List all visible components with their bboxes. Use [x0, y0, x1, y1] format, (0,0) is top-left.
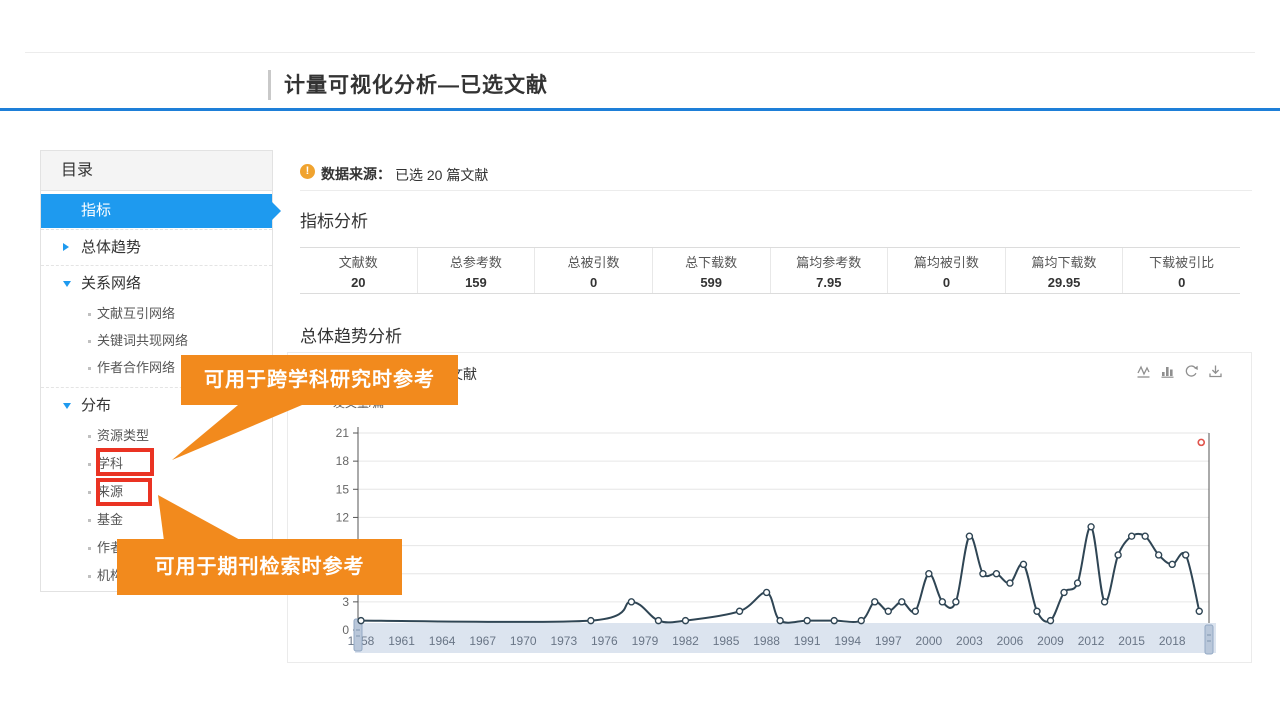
x-tick-label: 1994 — [834, 634, 861, 648]
data-point-marker — [804, 618, 810, 624]
data-point-marker — [682, 618, 688, 624]
x-tick-label: 2003 — [956, 634, 983, 648]
data-point-marker — [628, 599, 634, 605]
data-point-marker — [966, 533, 972, 539]
x-tick-label: 1970 — [510, 634, 537, 648]
data-point-marker — [980, 571, 986, 577]
data-point-marker — [1156, 552, 1162, 558]
data-point-marker — [831, 618, 837, 624]
trend-line — [361, 527, 1199, 623]
data-point-marker — [764, 589, 770, 595]
highlight-box-subject — [96, 448, 154, 476]
data-point-marker — [655, 618, 661, 624]
data-point-marker — [777, 618, 783, 624]
data-point-marker — [899, 599, 905, 605]
y-tick-label: 18 — [336, 454, 350, 468]
data-point-marker — [1020, 561, 1026, 567]
data-point-marker — [1169, 561, 1175, 567]
data-point-marker — [1007, 580, 1013, 586]
data-point-marker — [885, 608, 891, 614]
x-tick-label: 1982 — [672, 634, 699, 648]
x-tick-label: 2000 — [915, 634, 942, 648]
data-point-marker — [737, 608, 743, 614]
page: 计量可视化分析—已选文献 目录 指标 总体趋势 关系网络 文献互引网络关键词共现… — [0, 0, 1280, 720]
x-tick-label: 1976 — [591, 634, 618, 648]
red-outlier-marker — [1198, 439, 1204, 445]
data-point-marker — [953, 599, 959, 605]
x-tick-label: 2006 — [997, 634, 1024, 648]
x-tick-label: 1967 — [469, 634, 496, 648]
x-tick-label: 2009 — [1037, 634, 1064, 648]
x-tick-label: 1961 — [388, 634, 415, 648]
data-point-marker — [1102, 599, 1108, 605]
data-point-marker — [939, 599, 945, 605]
data-point-marker — [993, 571, 999, 577]
data-point-marker — [1142, 533, 1148, 539]
x-tick-label: 1985 — [713, 634, 740, 648]
callout-tail-icon — [154, 492, 246, 542]
x-tick-label: 2015 — [1118, 634, 1145, 648]
highlight-box-source — [96, 478, 152, 506]
data-point-marker — [588, 618, 594, 624]
datazoom-handle-right[interactable] — [1205, 625, 1213, 654]
data-point-marker — [1196, 608, 1202, 614]
x-tick-label: 1991 — [794, 634, 821, 648]
y-tick-label: 21 — [336, 426, 350, 440]
y-tick-label: 12 — [336, 510, 350, 524]
data-point-marker — [872, 599, 878, 605]
x-tick-label: 2018 — [1159, 634, 1186, 648]
data-point-marker — [358, 618, 364, 624]
callout-journal-search: 可用于期刊检索时参考 — [117, 539, 402, 595]
data-point-marker — [1088, 524, 1094, 530]
data-point-marker — [912, 608, 918, 614]
data-point-marker — [858, 618, 864, 624]
callout-cross-discipline: 可用于跨学科研究时参考 — [181, 355, 458, 405]
data-point-marker — [926, 571, 932, 577]
y-tick-label: 3 — [342, 595, 349, 609]
data-point-marker — [1183, 552, 1189, 558]
data-point-marker — [1061, 589, 1067, 595]
x-tick-label: 2012 — [1078, 634, 1105, 648]
callout-tail-icon — [168, 404, 304, 464]
data-point-marker — [1048, 618, 1054, 624]
y-tick-label: 15 — [336, 482, 350, 496]
data-point-marker — [1129, 533, 1135, 539]
x-tick-label: 1973 — [550, 634, 577, 648]
x-tick-label: 1964 — [429, 634, 456, 648]
data-point-marker — [1034, 608, 1040, 614]
x-tick-label: 1988 — [753, 634, 780, 648]
x-tick-label: 1997 — [875, 634, 902, 648]
data-point-marker — [1075, 580, 1081, 586]
x-tick-label: 1979 — [632, 634, 659, 648]
data-point-marker — [1115, 552, 1121, 558]
